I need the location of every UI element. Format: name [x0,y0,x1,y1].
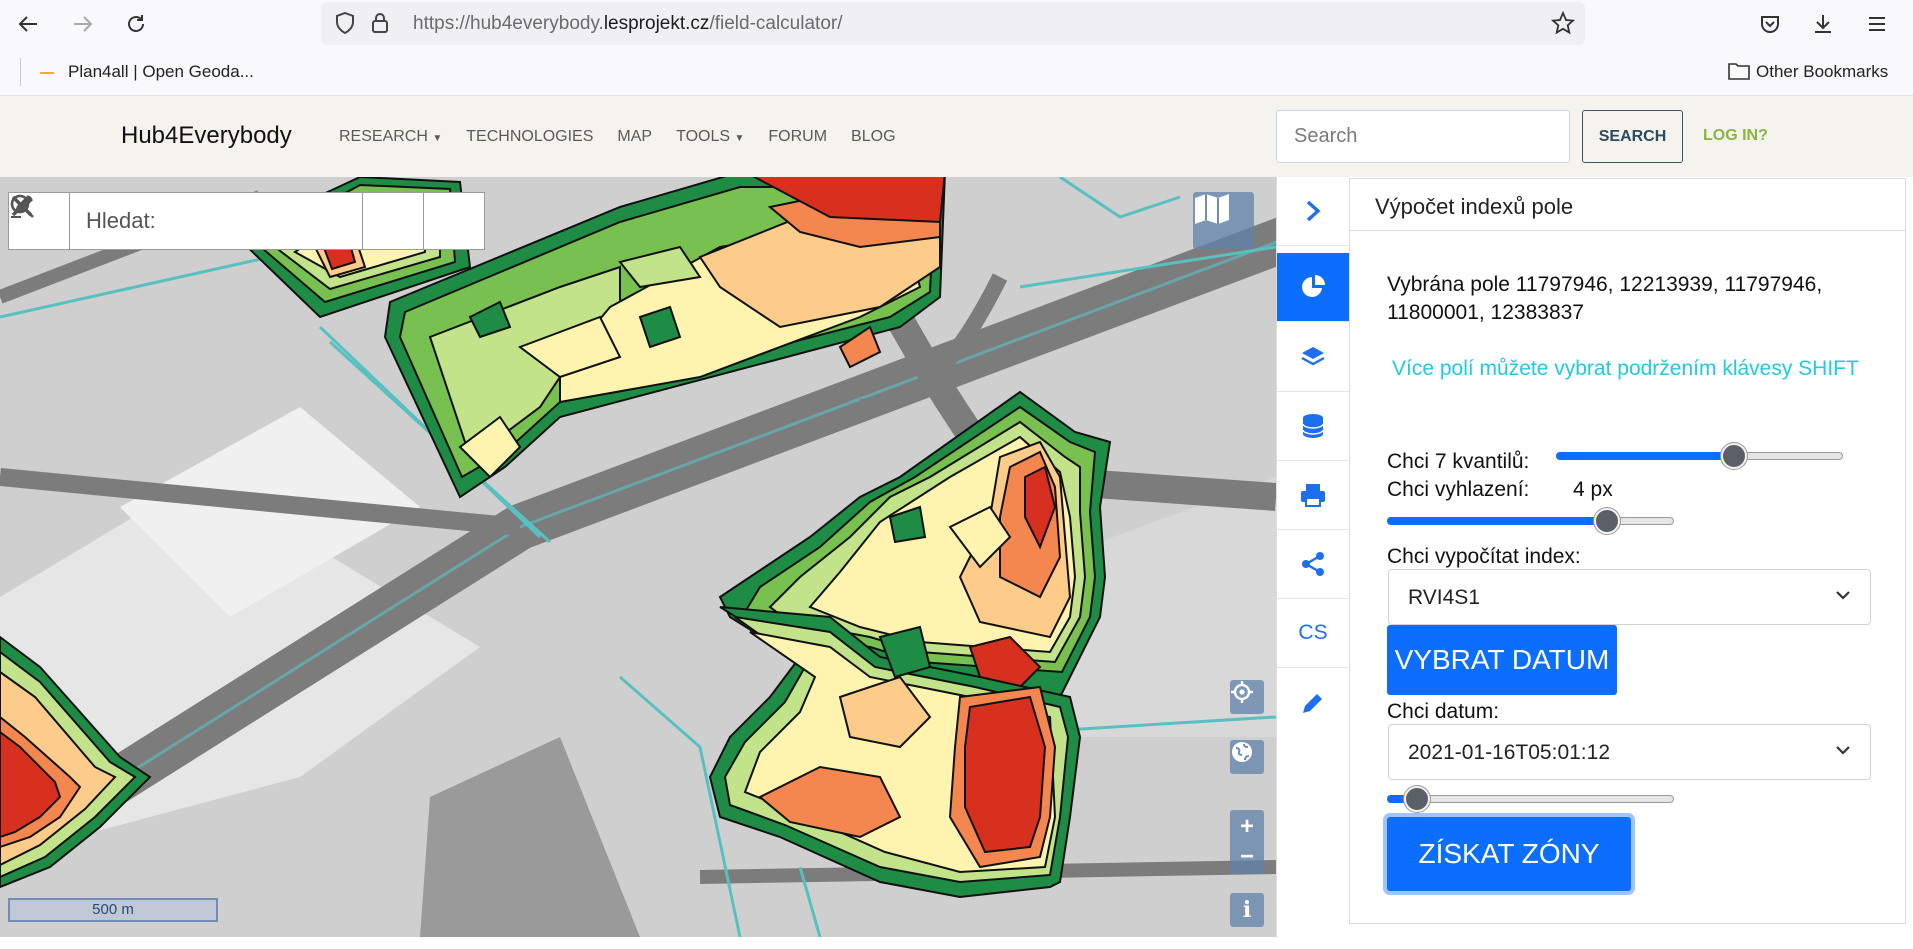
caret-down-icon: ▼ [734,133,745,144]
layers-icon[interactable] [1277,323,1349,392]
menu-tools[interactable]: TOOLS ▼ [676,128,744,146]
scale-bar: 500 m [8,898,218,922]
folder-icon [1728,62,1750,85]
map-search-input[interactable]: Hledat: [70,193,363,249]
smoothing-slider[interactable] [1387,508,1674,534]
divider [20,58,21,86]
draw-pencil-icon[interactable] [11,193,424,249]
bookmark-plan4all[interactable]: Plan4all | Open Geoda... [68,62,254,82]
smoothing-value: 4 px [1573,478,1613,501]
zoom-out-button[interactable]: − [1240,842,1254,872]
site-header: Hub4Everybody RESEARCH ▼ TECHNOLOGIES MA… [0,96,1913,177]
menu-map[interactable]: MAP [617,128,652,146]
url-text: https://hub4everybody.lesprojekt.cz/fiel… [413,13,843,34]
bottom-edge [0,937,1913,949]
quantiles-label: Chci 7 kvantilů: [1387,450,1530,473]
language-switch[interactable]: CS [1277,599,1349,668]
info-button[interactable]: i [1230,893,1264,927]
draw-icon[interactable] [1277,668,1349,737]
field-calculator-panel: Výpočet indexů pole Vybrána pole 1179794… [1349,178,1906,924]
map-search-box: Hledat: [8,192,485,250]
choose-date-button[interactable]: VYBRAT DATUM [1387,625,1617,695]
browser-toolbar: https://hub4everybody.lesprojekt.cz/fiel… [0,0,1913,48]
pocket-icon[interactable] [1752,6,1788,42]
smoothing-label: Chci vyhlazení: [1387,478,1530,501]
shift-hint-text: Více polí můžete vybrat podržením kláves… [1392,357,1859,380]
chevron-down-icon [1834,741,1852,765]
index-select-value: RVI4S1 [1408,586,1480,609]
chevron-down-icon [1834,586,1852,610]
globe-icon[interactable] [1230,740,1264,774]
collapse-panel-icon[interactable] [1277,177,1349,246]
bookmark-favicon-icon [40,72,54,74]
other-bookmarks[interactable]: Other Bookmarks [1756,62,1888,82]
menu-technologies[interactable]: TECHNOLOGIES [466,128,593,146]
main-menu: RESEARCH ▼ TECHNOLOGIES MAP TOOLS ▼ FORU… [339,128,896,146]
database-icon[interactable] [1277,392,1349,461]
zoom-control: + − [1230,810,1264,874]
menu-icon[interactable] [1859,6,1895,42]
print-icon[interactable] [1277,461,1349,530]
site-search-input[interactable]: Search [1276,110,1570,163]
side-toolbar: CS [1276,177,1349,937]
date-select[interactable]: 2021-01-16T05:01:12 [1388,724,1871,780]
selected-fields-text: Vybrána pole 11797946, 12213939, 1179794… [1387,273,1823,324]
share-icon[interactable] [1277,530,1349,599]
forward-icon[interactable] [65,6,101,42]
quantiles-slider-thumb[interactable] [1720,443,1747,469]
lock-icon[interactable] [371,12,389,39]
date-slider[interactable] [1387,786,1674,812]
shield-icon[interactable] [335,11,355,39]
panel-title: Výpočet indexů pole [1350,179,1905,231]
site-search-button[interactable]: SEARCH [1582,110,1683,163]
caret-down-icon: ▼ [432,133,443,144]
menu-research[interactable]: RESEARCH ▼ [339,128,442,146]
reload-icon[interactable] [118,6,154,42]
date-slider-thumb[interactable] [1403,786,1430,812]
field-calculator-icon[interactable] [1277,253,1349,322]
smoothing-slider-thumb[interactable] [1594,508,1621,534]
site-brand[interactable]: Hub4Everybody [121,122,292,150]
date-select-value: 2021-01-16T05:01:12 [1408,741,1610,764]
login-link[interactable]: LOG IN? [1703,127,1768,145]
quantiles-slider-fill [1556,452,1733,460]
downloads-icon[interactable] [1805,6,1841,42]
map-canvas[interactable]: Hledat: + − i 500 m [0,177,1276,937]
menu-blog[interactable]: BLOG [851,128,895,146]
back-icon[interactable] [10,6,46,42]
menu-forum[interactable]: FORUM [768,128,827,146]
address-bar[interactable]: https://hub4everybody.lesprojekt.cz/fiel… [321,2,1585,45]
get-zones-button[interactable]: ZÍSKAT ZÓNY [1387,817,1631,891]
index-select[interactable]: RVI4S1 [1388,569,1871,625]
basemap-icon[interactable] [1193,192,1254,249]
smoothing-slider-fill [1387,517,1607,525]
bookmarks-bar: Plan4all | Open Geoda... Other Bookmarks [0,48,1913,96]
quantiles-slider[interactable] [1556,443,1843,469]
map-imagery [0,177,1276,937]
bookmark-star-icon[interactable] [1550,10,1576,40]
locate-icon[interactable] [1230,680,1264,714]
clear-draw-icon[interactable] [11,193,484,249]
index-label: Chci vypočítat index: [1387,545,1581,568]
zoom-in-button[interactable]: + [1240,812,1254,842]
date-label: Chci datum: [1387,700,1500,723]
